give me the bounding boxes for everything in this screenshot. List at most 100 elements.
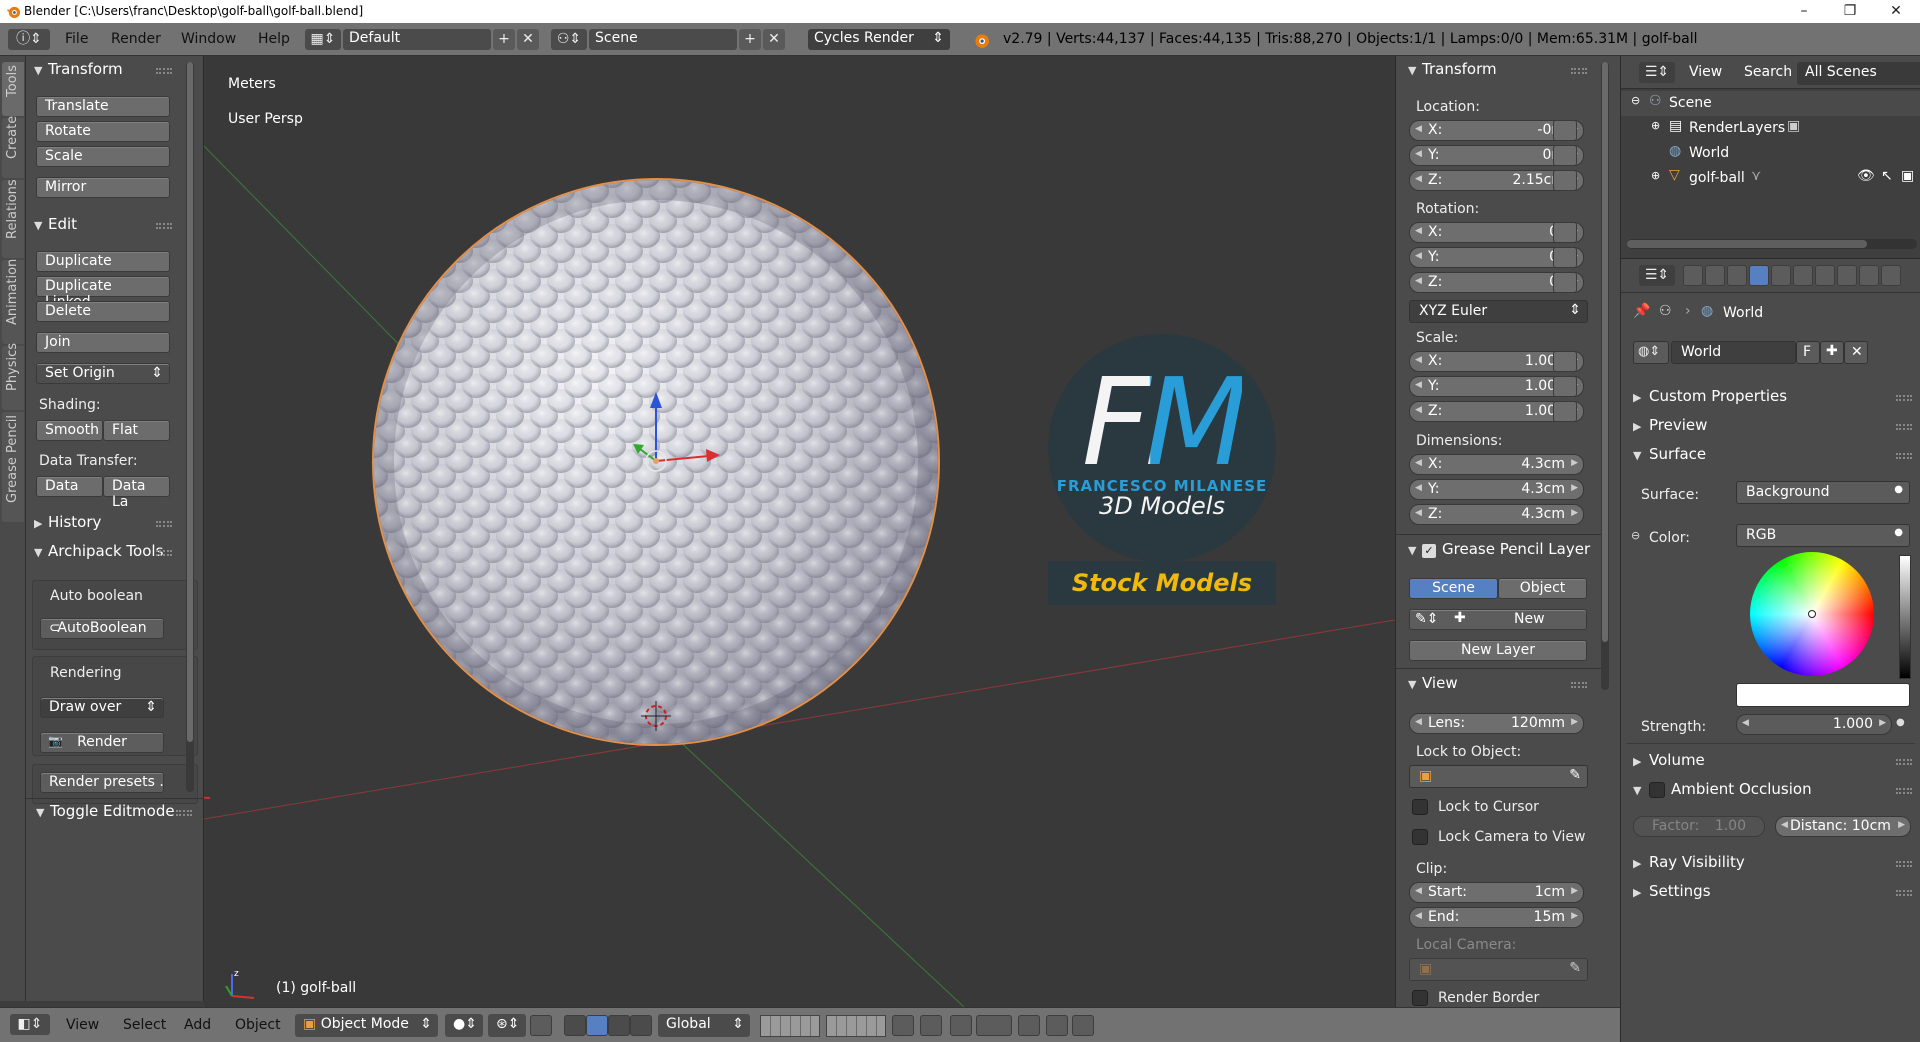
layers-grid-2[interactable] <box>826 1015 886 1037</box>
join-button[interactable]: Join <box>36 332 170 353</box>
remove-scene-icon[interactable]: ✕ <box>763 29 785 50</box>
outliner-view-menu[interactable]: View <box>1689 64 1722 80</box>
selectable-cursor-icon[interactable]: ↖ <box>1881 168 1893 184</box>
color-swatch[interactable] <box>1736 683 1910 707</box>
set-origin-dropdown[interactable]: Set Origin ⇕ <box>36 363 170 384</box>
constraints-context-icon[interactable] <box>1793 265 1813 286</box>
manipulator-toggle-icon[interactable] <box>530 1015 552 1036</box>
drag-grip-icon[interactable] <box>1571 682 1587 688</box>
drag-grip-icon[interactable] <box>176 810 192 816</box>
scrollbar-thumb[interactable] <box>1602 62 1608 642</box>
properties-editor-type-icon[interactable]: ☰⇕ <box>1639 265 1675 286</box>
scale-button[interactable]: Scale <box>36 146 170 167</box>
scale-manipulator-icon[interactable] <box>630 1015 652 1036</box>
world-browse-icon[interactable]: ◍⇕ <box>1633 341 1669 364</box>
clip-end-field[interactable]: ◀ End: 15m ▶ <box>1409 907 1584 928</box>
menu-help[interactable]: Help <box>258 31 290 47</box>
flat-button[interactable]: Flat <box>103 420 170 441</box>
menu-select[interactable]: Select <box>123 1017 166 1033</box>
scrollbar-thumb[interactable] <box>187 62 193 742</box>
surface-header[interactable]: ▼ Surface <box>1633 445 1706 463</box>
outliner-row-world[interactable]: ◍ World <box>1621 141 1920 166</box>
scene-name-field[interactable]: Scene <box>589 29 737 50</box>
color-wheel[interactable] <box>1750 552 1874 676</box>
node-link-icon[interactable]: ● <box>1896 717 1905 728</box>
duplicate-linked-button[interactable]: Duplicate Linked <box>36 276 170 310</box>
close-window-button[interactable]: ✕ <box>1873 1 1919 23</box>
lock-location-x-icon[interactable] <box>1553 120 1577 141</box>
drag-grip-icon[interactable] <box>1896 395 1912 401</box>
ray-visibility-header[interactable]: ▶ Ray Visibility <box>1633 853 1745 871</box>
data-context-icon[interactable] <box>1837 265 1857 286</box>
toggle-editmode-panel-header[interactable]: ▼ Toggle Editmode <box>36 802 175 820</box>
world-name-field[interactable]: World <box>1671 341 1796 364</box>
outliner-editor-type-icon[interactable]: ☰⇕ <box>1639 62 1675 83</box>
editor-type-info-icon[interactable]: ⓘ⇕ <box>8 29 50 50</box>
tab-grease-pencil[interactable]: Grease Pencil <box>2 412 24 522</box>
scene-context-icon[interactable] <box>1727 265 1747 286</box>
interaction-mode-select[interactable]: ▣ Object Mode ⇕ <box>295 1014 438 1037</box>
viewport-shading-select[interactable]: ●⇕ <box>445 1014 483 1037</box>
remove-layout-icon[interactable]: ✕ <box>517 29 539 50</box>
gp-new-button[interactable]: ✎⇕ ✚ New <box>1409 609 1587 630</box>
opengl-render-icon[interactable] <box>1046 1015 1068 1036</box>
volume-header[interactable]: ▶ Volume <box>1633 751 1705 769</box>
lock-scale-z-icon[interactable] <box>1553 401 1577 422</box>
snap-target-icon[interactable] <box>1018 1015 1040 1036</box>
autoboolean-button[interactable]: ⊂ AutoBoolean <box>40 618 164 639</box>
layer-lock-icon[interactable] <box>892 1015 914 1036</box>
transform-panel-header[interactable]: ▼ Transform <box>34 60 123 78</box>
add-scene-icon[interactable]: + <box>739 29 761 50</box>
translate-active-icon[interactable] <box>586 1015 608 1036</box>
gp-object-toggle[interactable]: Object <box>1498 578 1587 599</box>
menu-window[interactable]: Window <box>181 31 236 47</box>
drag-grip-icon[interactable] <box>1571 68 1587 74</box>
render-border-checkbox[interactable] <box>1412 990 1428 1006</box>
lock-to-cursor-checkbox[interactable] <box>1412 799 1428 815</box>
ambient-occlusion-header[interactable]: ▼ Ambient Occlusion <box>1633 780 1812 798</box>
edit-panel-header[interactable]: ▼ Edit <box>34 215 77 233</box>
color-picker-cursor[interactable] <box>1808 610 1816 618</box>
layers-grid-1[interactable] <box>760 1015 820 1037</box>
material-context-icon[interactable] <box>1859 265 1879 286</box>
modifiers-context-icon[interactable] <box>1815 265 1835 286</box>
rotate-manipulator-icon[interactable] <box>608 1015 630 1036</box>
surface-shader-select[interactable]: Background ● <box>1736 481 1910 504</box>
add-layout-icon[interactable]: + <box>493 29 515 50</box>
color-mode-select[interactable]: RGB ● <box>1736 524 1910 547</box>
render-engine-select[interactable]: Cycles Render ⇕ <box>808 29 950 50</box>
lock-scale-y-icon[interactable] <box>1553 376 1577 397</box>
snap-element-select[interactable] <box>976 1015 1012 1036</box>
tab-tools[interactable]: Tools <box>2 62 24 116</box>
tool-shelf-scrollbar[interactable] <box>186 62 194 792</box>
strength-field[interactable]: ◀ 1.000 ▶ <box>1736 714 1892 735</box>
lock-location-z-icon[interactable] <box>1553 170 1577 191</box>
ambient-occlusion-checkbox[interactable] <box>1649 781 1665 798</box>
outliner-search-menu[interactable]: Search <box>1744 64 1792 80</box>
data-transfer-button[interactable]: Data <box>36 476 103 497</box>
gp-scene-toggle[interactable]: Scene <box>1409 578 1498 599</box>
drag-grip-icon[interactable] <box>1896 759 1912 765</box>
snap-toggle-icon[interactable] <box>950 1015 972 1036</box>
lock-object-field[interactable]: ▣ ✎ <box>1409 765 1588 788</box>
data-layout-button[interactable]: Data La <box>103 476 170 510</box>
pin-icon[interactable]: 📌 <box>1633 303 1650 319</box>
duplicate-button[interactable]: Duplicate <box>36 251 170 272</box>
drag-grip-icon[interactable] <box>1896 788 1912 794</box>
layout-type-icon[interactable]: ▦⇕ <box>305 29 341 50</box>
expand-minus-icon[interactable]: ⊖ <box>1631 529 1640 542</box>
ao-distance-field[interactable]: ◀ Distanc: 10cm ▶ <box>1775 816 1911 837</box>
drag-grip-icon[interactable] <box>156 521 172 527</box>
delete-button[interactable]: Delete <box>36 301 170 322</box>
lock-camera-checkbox[interactable] <box>1412 829 1428 845</box>
preview-header[interactable]: ▶ Preview <box>1633 416 1707 434</box>
texture-context-icon[interactable] <box>1881 265 1901 286</box>
editor-type-3d-view-icon[interactable]: ◧⇕ <box>10 1014 50 1035</box>
layout-name-field[interactable]: Default <box>343 29 491 50</box>
drag-grip-icon[interactable] <box>156 223 172 229</box>
outliner-row-golf-ball[interactable]: ⊕ ▽ golf-ball ⋎ 👁 ↖ ▣ <box>1621 166 1920 191</box>
render-button[interactable]: 📷 Render <box>40 732 164 753</box>
history-panel-header[interactable]: ▶ History <box>34 513 101 531</box>
drag-grip-icon[interactable] <box>1896 890 1912 896</box>
n-view-header[interactable]: ▼ View <box>1408 674 1458 692</box>
